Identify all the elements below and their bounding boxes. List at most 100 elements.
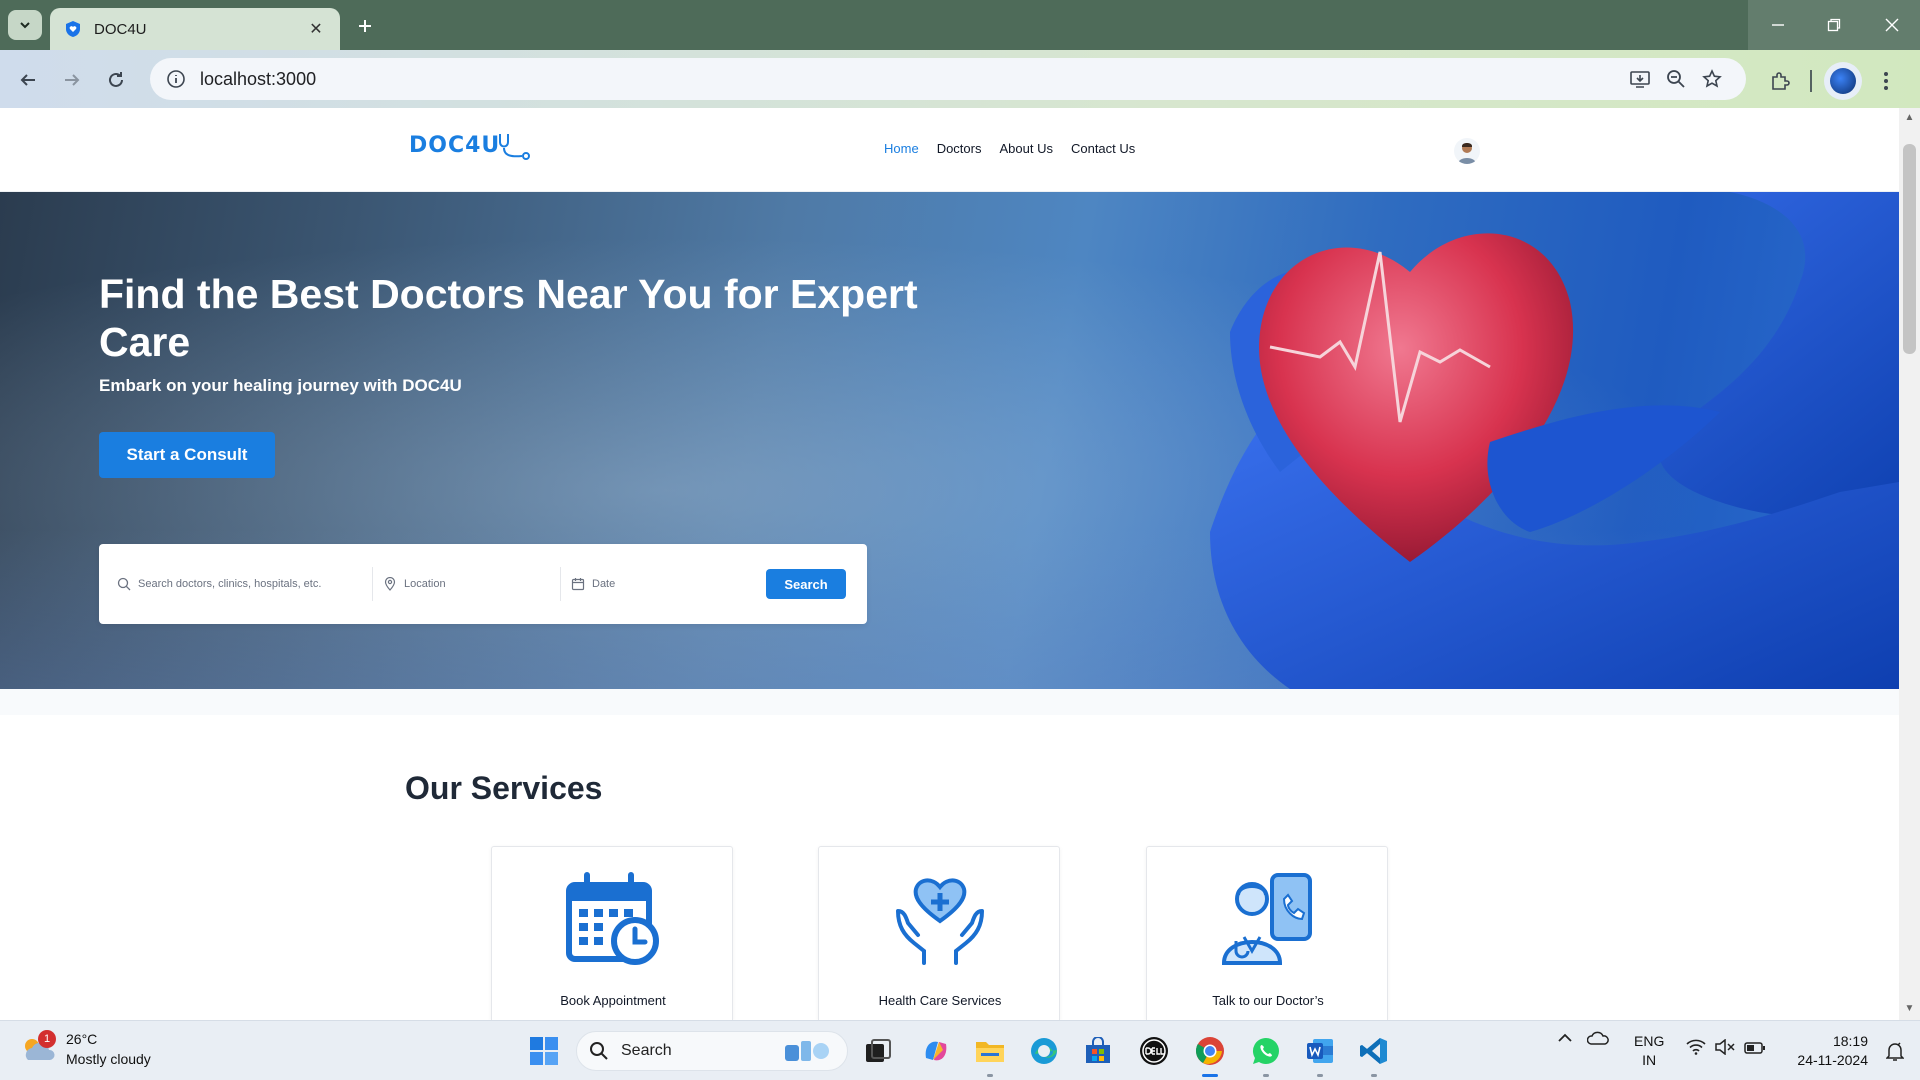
edge-icon (1031, 1038, 1057, 1064)
calendar-clock-icon (566, 872, 659, 965)
services-heading: Our Services (405, 770, 603, 806)
user-avatar-icon (1458, 143, 1476, 164)
profile-avatar[interactable] (1824, 62, 1862, 100)
query-search-field[interactable]: Search doctors, clinics, hospitals, etc. (117, 567, 372, 601)
site-header: DOC4U Home Doctors About Us Contact Us (0, 108, 1899, 192)
vscode-button[interactable] (1356, 1033, 1392, 1077)
copilot-button[interactable] (918, 1033, 954, 1069)
file-explorer-button[interactable] (972, 1033, 1008, 1077)
whatsapp-button[interactable] (1248, 1033, 1284, 1077)
vscode-icon (1360, 1038, 1387, 1064)
nav-contact-us[interactable]: Contact Us (1071, 141, 1135, 156)
service-label: Health Care Services (878, 993, 1002, 1008)
service-card-book-appointment[interactable]: Book Appointment (491, 846, 733, 1020)
weather-widget[interactable]: 1 26°C Mostly cloudy (20, 1029, 151, 1069)
edge-button[interactable] (1026, 1033, 1062, 1069)
search-button[interactable]: Search (766, 569, 846, 599)
back-button[interactable] (12, 64, 44, 96)
arrow-left-icon (20, 74, 35, 86)
store-button[interactable] (1080, 1033, 1116, 1069)
search-highlight-icon (785, 1041, 829, 1061)
new-tab-button[interactable] (350, 12, 380, 40)
show-hidden-icons-icon[interactable] (1552, 1033, 1578, 1043)
folder-icon (976, 1042, 1004, 1062)
browser-toolbar: localhost:3000 (0, 50, 1920, 108)
whatsapp-icon (1252, 1037, 1279, 1065)
hero-title: Find the Best Doctors Near You for Exper… (99, 271, 918, 365)
tab-search-button[interactable] (8, 10, 42, 40)
more-menu-icon[interactable] (1868, 65, 1904, 97)
system-tray (1552, 1031, 1618, 1045)
system-clock[interactable]: 18:19 24-11-2024 (1786, 1032, 1868, 1070)
close-tab-icon[interactable]: ✕ (306, 19, 326, 39)
location-placeholder: Location (404, 578, 446, 590)
chevron-down-icon (20, 22, 30, 29)
wifi-icon (1686, 1039, 1714, 1060)
weather-badge: 1 (38, 1030, 56, 1048)
word-button[interactable] (1302, 1033, 1338, 1077)
search-icon (117, 577, 131, 591)
task-view-button[interactable] (860, 1033, 896, 1069)
address-bar[interactable]: localhost:3000 (150, 58, 1746, 100)
taskbar-search-label: Search (621, 1042, 672, 1059)
date-field[interactable]: Date (560, 567, 762, 601)
language-region: IN (1642, 1052, 1657, 1068)
plus-icon (359, 20, 371, 32)
onedrive-icon[interactable] (1578, 1031, 1618, 1045)
start-consult-button[interactable]: Start a Consult (99, 432, 275, 478)
clock-time: 18:19 (1832, 1033, 1868, 1049)
page-viewport: DOC4U Home Doctors About Us Contact Us F… (0, 108, 1899, 1020)
nav-home[interactable]: Home (884, 141, 919, 156)
site-info-icon[interactable] (166, 69, 186, 89)
running-indicator (987, 1074, 993, 1077)
running-indicator (1202, 1074, 1218, 1077)
stethoscope-icon (499, 134, 531, 160)
extensions-icon[interactable] (1762, 65, 1798, 97)
copilot-icon (925, 1041, 947, 1061)
windows-logo-icon (530, 1037, 558, 1065)
service-label: Book Appointment (560, 993, 666, 1008)
chrome-button[interactable] (1192, 1033, 1228, 1077)
nav-about-us[interactable]: About Us (999, 141, 1052, 156)
weather-temp: 26°C (66, 1031, 98, 1047)
service-card-talk-to-doctor[interactable]: Talk to our Doctor’s (1146, 846, 1388, 1020)
scrollbar-thumb[interactable] (1903, 144, 1916, 354)
location-field[interactable]: Location (372, 567, 560, 601)
bookmark-star-icon[interactable] (1694, 63, 1730, 95)
nav-doctors[interactable]: Doctors (937, 141, 982, 156)
zoom-icon[interactable] (1658, 63, 1694, 95)
word-icon (1307, 1039, 1333, 1063)
hero-subtitle: Embark on your healing journey with DOC4… (99, 376, 462, 395)
url-text[interactable]: localhost:3000 (200, 69, 1622, 90)
install-app-icon[interactable] (1622, 63, 1658, 95)
toolbar-divider (1810, 70, 1812, 92)
minimize-button[interactable] (1750, 0, 1806, 50)
restore-icon (1827, 18, 1841, 32)
site-logo[interactable]: DOC4U (409, 130, 532, 160)
heart-hands-icon (896, 878, 984, 965)
scroll-down-icon[interactable]: ▼ (1903, 1003, 1916, 1016)
status-icons[interactable] (1686, 1038, 1770, 1060)
start-button[interactable] (526, 1033, 562, 1069)
notifications-icon[interactable] (1885, 1041, 1905, 1066)
close-window-button[interactable] (1864, 0, 1920, 50)
restore-button[interactable] (1806, 0, 1862, 50)
close-icon (1885, 18, 1899, 32)
doctor-phone-icon (1221, 873, 1312, 965)
profile-avatar-image (1830, 68, 1856, 94)
browser-tab[interactable]: DOC4U ✕ (50, 8, 340, 50)
user-avatar[interactable] (1454, 138, 1480, 164)
heart-in-hands-image (1210, 192, 1899, 689)
taskbar-search[interactable]: Search (576, 1031, 848, 1071)
forward-button[interactable] (56, 64, 88, 96)
service-card-health-care[interactable]: Health Care Services (818, 846, 1060, 1020)
page-scrollbar[interactable]: ▲ ▼ (1899, 108, 1920, 1020)
date-placeholder: Date (592, 578, 616, 590)
scroll-up-icon[interactable]: ▲ (1903, 112, 1916, 125)
toolbar-right (1762, 62, 1904, 100)
language-indicator[interactable]: ENG IN (1634, 1032, 1664, 1070)
reload-button[interactable] (100, 64, 132, 96)
calendar-icon (571, 578, 585, 591)
chrome-icon (1195, 1037, 1224, 1065)
dell-button[interactable] (1136, 1033, 1172, 1069)
